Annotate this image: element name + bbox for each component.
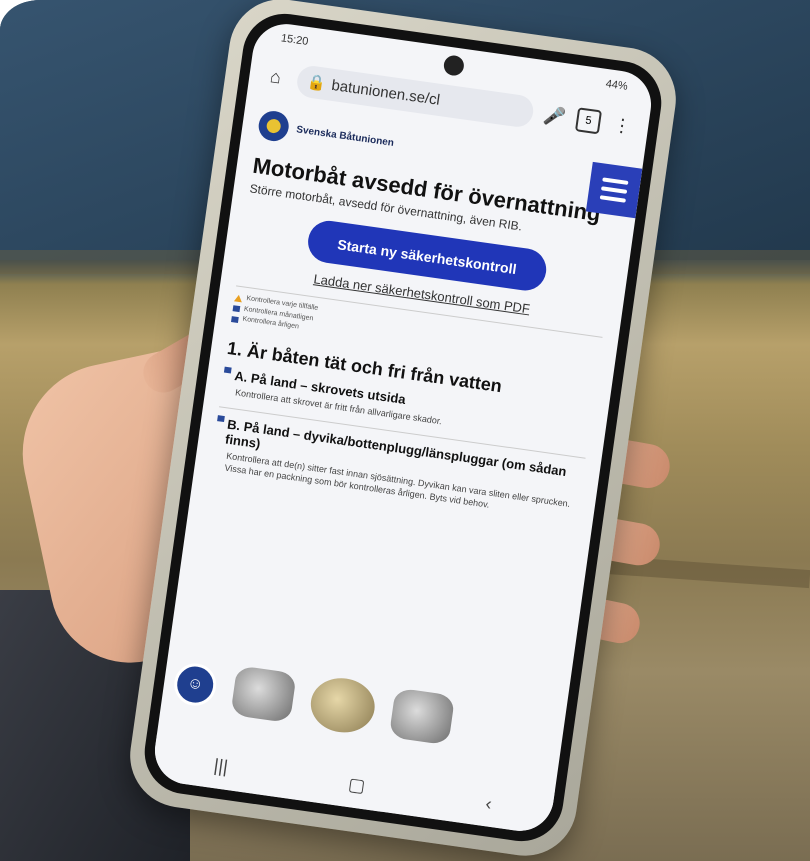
recents-icon[interactable]: ||| <box>213 755 230 778</box>
tab-count-button[interactable]: 5 <box>574 107 603 135</box>
chat-icon[interactable]: ☺ <box>171 660 219 709</box>
phone-screen: 15:20 44% ⌂ 🔒 batunionen.se/cl 🎤 5 ⋮ Sve… <box>150 19 656 836</box>
photo-scene: 15:20 44% ⌂ 🔒 batunionen.se/cl 🎤 5 ⋮ Sve… <box>0 0 810 861</box>
drain-plug-image <box>388 687 456 746</box>
lock-icon: 🔒 <box>305 73 327 93</box>
brand-logo <box>256 109 291 144</box>
brand-name: Svenska Båtunionen <box>295 123 395 149</box>
calendar-icon <box>223 366 232 374</box>
back-icon[interactable]: ‹ <box>484 793 493 815</box>
mic-icon[interactable]: 🎤 <box>541 103 568 130</box>
drain-plug-image <box>230 665 297 724</box>
home-icon[interactable]: ⌂ <box>262 63 289 90</box>
home-nav-icon[interactable]: ▢ <box>347 773 367 796</box>
calendar-icon <box>232 305 241 313</box>
url-text: batunionen.se/cl <box>330 76 442 109</box>
phone-bezel: 15:20 44% ⌂ 🔒 batunionen.se/cl 🎤 5 ⋮ Sve… <box>139 8 667 847</box>
status-indicators: 44% <box>604 77 629 93</box>
more-icon[interactable]: ⋮ <box>609 112 636 139</box>
warning-icon <box>233 294 243 303</box>
status-time: 15:20 <box>280 32 310 49</box>
drain-plug-image <box>307 674 379 737</box>
calendar-icon <box>217 415 225 422</box>
calendar-icon <box>231 315 239 323</box>
menu-icon[interactable] <box>585 161 643 219</box>
